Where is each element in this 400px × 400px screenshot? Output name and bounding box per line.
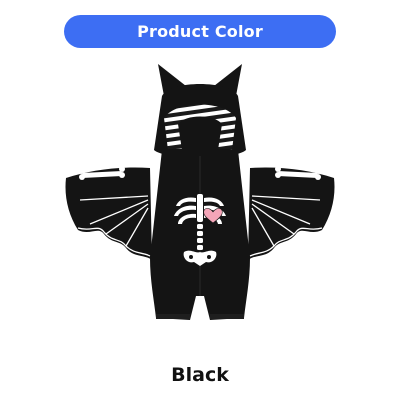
product-color-card: Product Color Black [0, 0, 400, 400]
product-color-header: Product Color [64, 15, 336, 48]
right-wing [248, 166, 335, 260]
left-wing [65, 166, 152, 260]
bat-costume-romper-image [65, 64, 335, 320]
header-title: Product Color [137, 22, 263, 41]
color-name-label: Black [171, 364, 229, 386]
